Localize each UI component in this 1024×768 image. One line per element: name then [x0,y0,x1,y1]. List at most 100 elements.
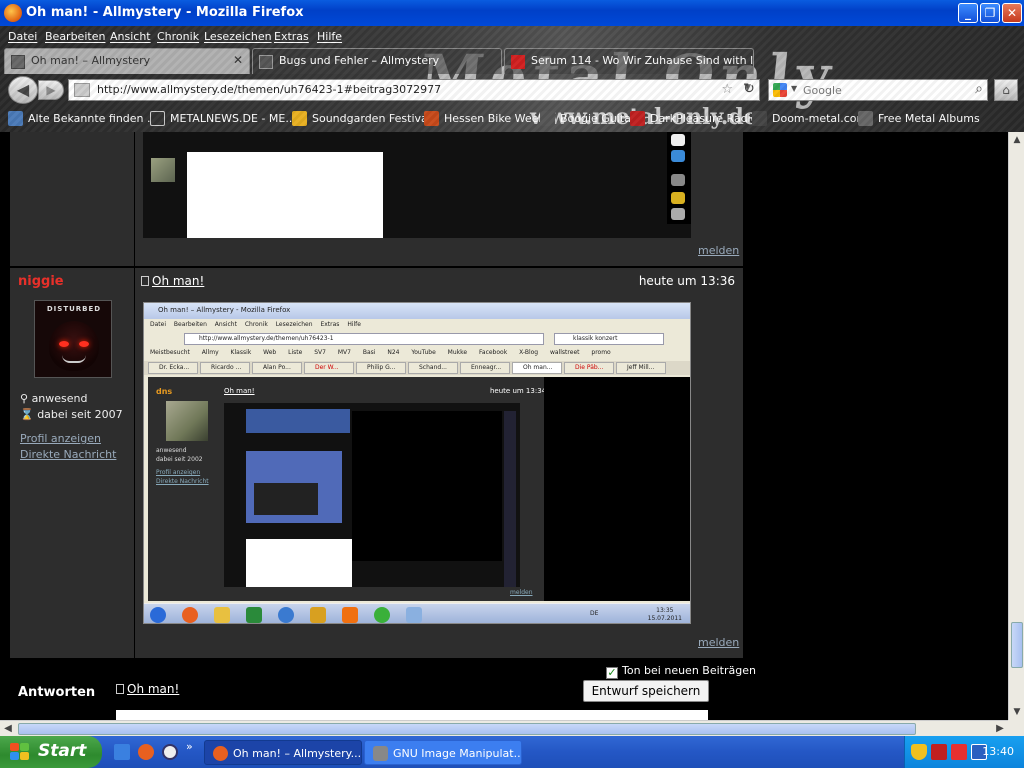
app-icon [374,607,390,623]
menu-ansicht[interactable]: Ansicht [110,30,151,43]
reload-icon[interactable]: ↻ [738,79,760,101]
reply-textarea[interactable] [116,710,708,720]
vertical-scrollbar[interactable]: ▲ ▼ [1008,132,1024,720]
nested-tabs: Dr. Ecka... Ricardo ... Alan Po... Der W… [144,361,690,375]
tab-oh-man[interactable]: Oh man! – Allmystery ✕ [4,48,250,74]
nested-melden: melden [510,589,533,596]
sound-notification-option[interactable]: ✓ Ton bei neuen Beiträgen [606,664,756,679]
bookmark-free-metal-albums[interactable]: Free Metal Albums [858,111,980,126]
post-screenshot-image: Oh man! – Allmystery - Mozilla Firefox D… [143,302,691,624]
nested-taskbar: DE 13:35 15.07.2011 [144,603,690,623]
bookmark-metalnews[interactable]: METALNEWS.DE - ME... [150,111,296,126]
post-timestamp: heute um 13:36 [638,274,735,288]
post-sidebar [10,132,134,266]
post-body: melden [135,132,743,266]
reply-topic-link[interactable]: Oh man! [116,682,179,696]
tab-bugs-und-fehler[interactable]: Bugs und Fehler – Allmystery [252,48,502,74]
scroll-down-icon[interactable]: ▼ [1009,704,1024,720]
post-body: Oh man! heute um 13:36 Oh man! – Allmyst… [135,268,743,658]
report-link[interactable]: melden [698,636,739,649]
quicklaunch-more-icon[interactable]: » [186,740,193,753]
navigation-toolbar: ◀ ▶ http://www.allmystery.de/themen/uh76… [0,76,1024,104]
sound-checkbox[interactable]: ✓ [606,667,618,679]
forward-button[interactable]: ▶ [38,80,64,100]
nested-profile-link: Profil anzeigen [156,469,201,476]
tray-app-icon[interactable] [951,744,967,760]
menu-chronik[interactable]: Chronik [157,30,199,43]
tab-label: Serum 114 - Wo Wir Zuhause Sind with ly.… [531,54,754,67]
ie-icon[interactable] [114,744,130,760]
search-icon[interactable]: ⌕ [975,81,983,97]
nested-tab: Die Päb... [564,362,614,374]
start-label: Start [38,741,87,761]
youtube-icon [511,55,525,69]
start-button[interactable]: Start [0,736,102,768]
note-icon [671,134,685,146]
close-button[interactable]: ✕ [1002,3,1022,23]
menu-lesezeichen[interactable]: Lesezeichen [204,30,272,43]
tray-app-icon[interactable] [931,744,947,760]
bookmark-icon [752,111,767,126]
page-icon [259,55,273,69]
nested-page: dns anwesend dabei seit 2002 Profil anze… [148,377,547,601]
url-text: http://www.allmystery.de/themen/uh76423-… [97,83,442,96]
nested-tab: Oh man... [512,362,562,374]
back-button[interactable]: ◀ [8,76,38,104]
save-draft-button[interactable]: Entwurf speichern [583,680,709,702]
nested-url: http://www.allmystery.de/themen/uh76423-… [184,333,544,345]
bookmark-icon [858,111,873,126]
app-icon [310,607,326,623]
menu-extras[interactable]: Extras [274,30,309,43]
avatar [151,158,175,182]
shield-icon[interactable] [911,744,927,760]
share-icon [671,174,685,186]
nested-clock: 13:35 15.07.2011 [647,607,682,622]
bookmark-doom-metal[interactable]: Doom-metal.com [752,111,867,126]
bookmark-icon [424,111,439,126]
horizontal-scrollbar[interactable]: ◀ ▶ [0,720,1008,736]
nested-tab: Philip G... [356,362,406,374]
search-input[interactable]: ▼ Google ⌕ [768,79,988,101]
media-player-icon[interactable] [162,744,178,760]
profile-link[interactable]: Profil anzeigen [20,432,101,445]
nested-menu: Datei Bearbeiten Ansicht Chronik Lesezei… [144,319,690,331]
menu-bearbeiten[interactable]: Bearbeiten [45,30,105,43]
username[interactable]: niggie [18,274,64,289]
scroll-up-icon[interactable]: ▲ [1009,132,1024,148]
tab-close-icon[interactable]: ✕ [233,53,243,67]
post-title[interactable]: Oh man! [141,274,204,288]
nested-tab: Enneagr... [460,362,510,374]
nested-post-time: heute um 13:34 [490,387,547,395]
taskbar-item-gimp[interactable]: GNU Image Manipulat... [364,740,522,765]
firefox-icon [213,746,228,761]
menu-hilfe[interactable]: Hilfe [317,30,342,43]
home-button[interactable]: ⌂ [994,79,1018,101]
bookmark-star-icon[interactable]: ☆ [721,82,733,97]
scroll-right-icon[interactable]: ▶ [992,721,1008,737]
avatar-face [49,321,99,371]
minimize-button[interactable]: _ [958,3,978,23]
bookmark-hessen-bike-week[interactable]: Hessen Bike Week [424,111,545,126]
menu-datei[interactable]: Datei [8,30,37,43]
bookmark-darkpleasure[interactable]: DarkPleasure Radio [630,111,757,126]
scroll-left-icon[interactable]: ◀ [0,721,16,737]
report-link[interactable]: melden [698,244,739,257]
bookmark-alte-bekannte[interactable]: Alte Bekannte finden ... [8,111,158,126]
horizontal-scroll-thumb[interactable] [18,723,916,735]
vertical-scroll-thumb[interactable] [1011,622,1023,668]
direct-message-link[interactable]: Direkte Nachricht [20,448,116,461]
bookmark-soundgarden[interactable]: Soundgarden Festival [292,111,431,126]
chevron-down-icon[interactable]: ▼ [791,84,797,93]
document-icon [116,684,124,694]
nested-username: dns [156,387,173,396]
gimp-icon [373,746,388,761]
member-since: ⌛ dabei seit 2007 [20,408,123,421]
bookmark-boogie-guitar[interactable]: Boogie Guitar [540,111,635,126]
tab-serum-114[interactable]: Serum 114 - Wo Wir Zuhause Sind with ly.… [504,48,754,74]
url-bar[interactable]: http://www.allmystery.de/themen/uh76423-… [68,79,760,101]
taskbar-item-firefox[interactable]: Oh man! – Allmystery... [204,740,362,765]
system-clock: 13:40 [982,745,1014,758]
maximize-button[interactable]: ❐ [980,3,1000,23]
firefox-icon[interactable] [138,744,154,760]
search-placeholder: Google [803,84,842,97]
